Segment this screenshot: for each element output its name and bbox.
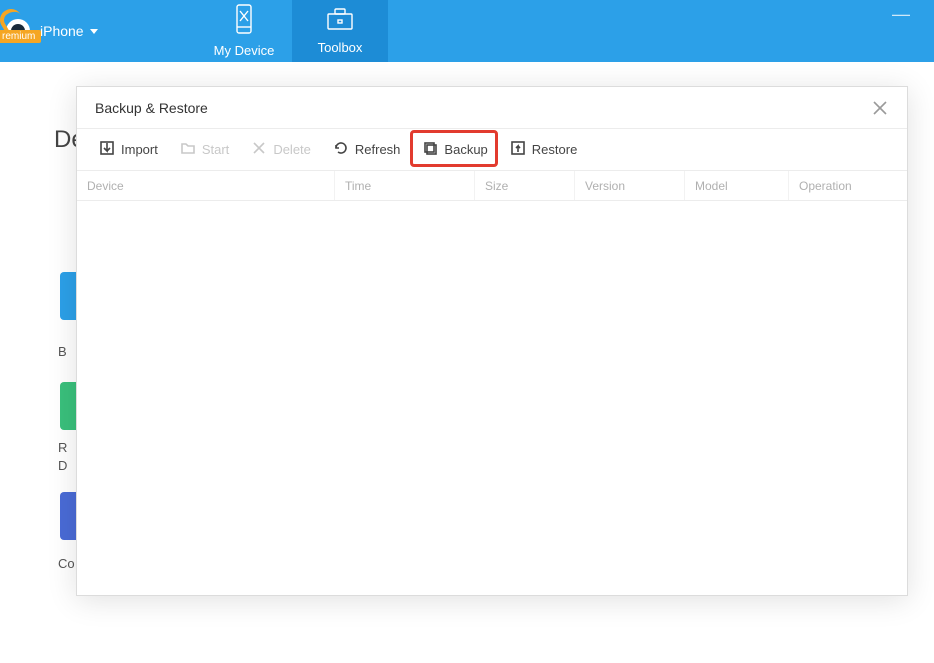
dialog-header: Backup & Restore xyxy=(77,87,907,129)
button-label: Restore xyxy=(532,142,578,157)
close-button[interactable] xyxy=(871,99,889,117)
device-selector[interactable]: iPhone xyxy=(40,23,98,39)
column-device[interactable]: Device xyxy=(77,171,335,200)
refresh-icon xyxy=(333,140,349,159)
tab-toolbox[interactable]: Toolbox xyxy=(292,0,388,62)
button-label: Refresh xyxy=(355,142,401,157)
table-header-row: Device Time Size Version Model Operation xyxy=(77,171,907,201)
import-button[interactable]: Import xyxy=(91,136,166,163)
button-label: Delete xyxy=(273,142,311,157)
folder-icon xyxy=(180,140,196,159)
feature-label-1: B xyxy=(58,344,67,359)
delete-button: Delete xyxy=(243,136,319,163)
button-label: Import xyxy=(121,142,158,157)
column-size[interactable]: Size xyxy=(475,171,575,200)
delete-icon xyxy=(251,140,267,159)
app-logo-area: remium iPhone xyxy=(0,0,196,62)
premium-badge: remium xyxy=(0,30,41,43)
tab-label: Toolbox xyxy=(318,40,363,55)
feature-label-2b: D xyxy=(58,458,67,473)
dialog-toolbar: Import Start Delete Refresh Backup Resto… xyxy=(77,129,907,171)
button-label: Start xyxy=(202,142,229,157)
restore-button[interactable]: Restore xyxy=(502,136,586,163)
column-time[interactable]: Time xyxy=(335,171,475,200)
nav-tabs: My Device Toolbox xyxy=(196,0,388,62)
feature-label-2a: R xyxy=(58,440,67,455)
window-minimize-icon[interactable]: — xyxy=(892,4,910,25)
column-model[interactable]: Model xyxy=(685,171,789,200)
feature-label-3: Co xyxy=(58,556,75,571)
button-label: Backup xyxy=(444,142,487,157)
toolbox-icon xyxy=(326,7,354,34)
tab-label: My Device xyxy=(214,43,275,58)
import-icon xyxy=(99,140,115,159)
top-bar: remium iPhone My Device Toolbox — xyxy=(0,0,934,62)
column-operation[interactable]: Operation xyxy=(789,171,907,200)
chevron-down-icon xyxy=(90,29,98,34)
backup-restore-dialog: Backup & Restore Import Start Delete Ref… xyxy=(76,86,908,596)
dialog-title: Backup & Restore xyxy=(95,100,208,116)
refresh-button[interactable]: Refresh xyxy=(325,136,409,163)
backup-button[interactable]: Backup xyxy=(414,136,495,163)
device-name: iPhone xyxy=(40,23,84,39)
restore-icon xyxy=(510,140,526,159)
tab-my-device[interactable]: My Device xyxy=(196,0,292,62)
backup-icon xyxy=(422,140,438,159)
phone-icon xyxy=(232,4,256,37)
column-version[interactable]: Version xyxy=(575,171,685,200)
start-button: Start xyxy=(172,136,237,163)
table-body-empty xyxy=(77,201,907,595)
